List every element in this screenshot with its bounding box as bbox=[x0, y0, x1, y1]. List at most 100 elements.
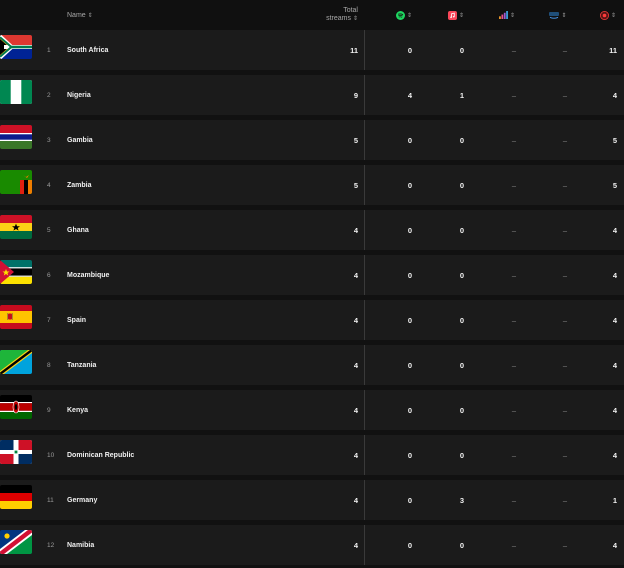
column-divider bbox=[364, 345, 365, 385]
rank-number: 12 bbox=[47, 541, 55, 549]
youtube-value: 4 bbox=[612, 315, 617, 325]
youtube-value: 1 bbox=[612, 495, 617, 505]
table-row[interactable]: 12 Namibia 4 0 0 – – 4 bbox=[0, 525, 624, 565]
total-streams-value: 5 bbox=[353, 135, 358, 145]
table-header: Name ⇕ Total streams ⇕ ⇕ ⇕ ⇕ ⇕ ⇕ bbox=[0, 0, 624, 30]
deezer-value: – bbox=[511, 135, 516, 145]
apple-music-value: 0 bbox=[459, 180, 464, 190]
rank-number: 6 bbox=[47, 271, 51, 279]
table-row[interactable]: 11 Germany 4 0 3 – – 1 bbox=[0, 480, 624, 520]
deezer-value: – bbox=[511, 315, 516, 325]
youtube-value: 5 bbox=[612, 135, 617, 145]
table-row[interactable]: 9 Kenya 4 0 0 – – 4 bbox=[0, 390, 624, 430]
amazon-music-value: – bbox=[562, 540, 567, 550]
country-name[interactable]: Zambia bbox=[67, 165, 92, 205]
youtube-value: 4 bbox=[612, 540, 617, 550]
country-name[interactable]: Mozambique bbox=[67, 255, 109, 295]
flag-gh-icon bbox=[0, 215, 32, 239]
youtube-value: 5 bbox=[612, 180, 617, 190]
amazon-music-value: – bbox=[562, 135, 567, 145]
youtube-value: 4 bbox=[612, 450, 617, 460]
table-row[interactable]: 10 Dominican Republic 4 0 0 – – 4 bbox=[0, 435, 624, 475]
deezer-column-header[interactable]: ⇕ bbox=[497, 0, 517, 30]
rank-number: 7 bbox=[47, 316, 51, 324]
country-name[interactable]: Dominican Republic bbox=[67, 435, 134, 475]
apple-music-value: 0 bbox=[459, 405, 464, 415]
youtube-column-header[interactable]: ⇕ bbox=[598, 0, 618, 30]
spotify-icon bbox=[395, 10, 405, 20]
country-name[interactable]: Kenya bbox=[67, 390, 88, 430]
flag-zm-icon bbox=[0, 170, 32, 194]
total-streams-column-header[interactable]: Total streams ⇕ bbox=[318, 0, 358, 30]
sort-icon: ⇕ bbox=[406, 12, 413, 19]
country-name[interactable]: Nigeria bbox=[67, 75, 91, 115]
table-row[interactable]: 3 Gambia 5 0 0 – – 5 bbox=[0, 120, 624, 160]
spotify-value: 0 bbox=[407, 45, 412, 55]
total-header-label-line2: streams bbox=[326, 15, 351, 22]
column-divider bbox=[364, 120, 365, 160]
total-streams-value: 4 bbox=[353, 315, 358, 325]
column-divider bbox=[364, 165, 365, 205]
column-divider bbox=[364, 75, 365, 115]
spotify-value: 0 bbox=[407, 405, 412, 415]
total-streams-value: 4 bbox=[353, 540, 358, 550]
country-name[interactable]: Gambia bbox=[67, 120, 93, 160]
column-divider bbox=[364, 390, 365, 430]
rank-number: 9 bbox=[47, 406, 51, 414]
spotify-value: 0 bbox=[407, 225, 412, 235]
column-divider bbox=[364, 525, 365, 565]
spotify-value: 0 bbox=[407, 180, 412, 190]
flag-za-icon bbox=[0, 35, 32, 59]
country-name[interactable]: Germany bbox=[67, 480, 97, 520]
country-name[interactable]: Spain bbox=[67, 300, 86, 340]
rank-number: 10 bbox=[47, 451, 55, 459]
country-name[interactable]: Namibia bbox=[67, 525, 94, 565]
table-row[interactable]: 5 Ghana 4 0 0 – – 4 bbox=[0, 210, 624, 250]
apple-music-column-header[interactable]: ⇕ bbox=[446, 0, 466, 30]
apple-music-value: 0 bbox=[459, 225, 464, 235]
country-name[interactable]: Ghana bbox=[67, 210, 89, 250]
apple-music-value: 0 bbox=[459, 540, 464, 550]
table-row[interactable]: 1 South Africa 11 0 0 – – 11 bbox=[0, 30, 624, 70]
apple-music-value: 0 bbox=[459, 135, 464, 145]
table-row[interactable]: 7 Spain 4 0 0 – – 4 bbox=[0, 300, 624, 340]
amazon-music-value: – bbox=[562, 90, 567, 100]
spotify-value: 0 bbox=[407, 540, 412, 550]
spotify-value: 0 bbox=[407, 315, 412, 325]
apple-music-value: 0 bbox=[459, 270, 464, 280]
table-row[interactable]: 2 Nigeria 9 4 1 – – 4 bbox=[0, 75, 624, 115]
amazon-music-icon bbox=[549, 12, 560, 19]
flag-na-icon bbox=[0, 530, 32, 554]
country-name[interactable]: South Africa bbox=[67, 30, 108, 70]
rank-number: 3 bbox=[47, 136, 51, 144]
spotify-value: 0 bbox=[407, 360, 412, 370]
total-streams-value: 4 bbox=[353, 270, 358, 280]
amazon-music-column-header[interactable]: ⇕ bbox=[548, 0, 568, 30]
total-streams-value: 9 bbox=[353, 90, 358, 100]
deezer-value: – bbox=[511, 45, 516, 55]
table-row[interactable]: 8 Tanzania 4 0 0 – – 4 bbox=[0, 345, 624, 385]
amazon-music-value: – bbox=[562, 45, 567, 55]
youtube-value: 4 bbox=[612, 270, 617, 280]
spotify-column-header[interactable]: ⇕ bbox=[394, 0, 414, 30]
column-divider bbox=[364, 30, 365, 70]
flag-mz-icon bbox=[0, 260, 32, 284]
total-streams-value: 11 bbox=[350, 45, 358, 55]
deezer-value: – bbox=[511, 450, 516, 460]
table-row[interactable]: 4 Zambia 5 0 0 – – 5 bbox=[0, 165, 624, 205]
flag-gm-icon bbox=[0, 125, 32, 149]
spotify-value: 0 bbox=[407, 495, 412, 505]
amazon-music-value: – bbox=[562, 225, 567, 235]
rank-number: 2 bbox=[47, 91, 51, 99]
spotify-value: 0 bbox=[407, 135, 412, 145]
amazon-music-value: – bbox=[562, 450, 567, 460]
table-row[interactable]: 6 Mozambique 4 0 0 – – 4 bbox=[0, 255, 624, 295]
column-divider bbox=[364, 480, 365, 520]
amazon-music-value: – bbox=[562, 360, 567, 370]
country-name[interactable]: Tanzania bbox=[67, 345, 96, 385]
spotify-value: 0 bbox=[407, 270, 412, 280]
youtube-value: 4 bbox=[612, 90, 617, 100]
name-column-header[interactable]: Name ⇕ bbox=[67, 0, 93, 30]
sort-icon: ⇕ bbox=[458, 12, 465, 19]
rank-number: 11 bbox=[47, 496, 54, 504]
